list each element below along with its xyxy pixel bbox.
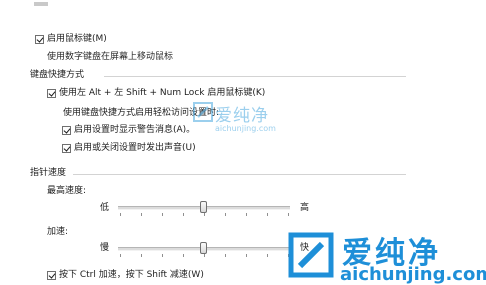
top-speed-tick — [288, 213, 289, 216]
keyboard-shortcut-section-title: 键盘快捷方式 — [30, 70, 85, 80]
acceleration-tick — [267, 254, 268, 257]
top-speed-label: 最高速度: — [47, 186, 87, 196]
watermark-big-logo-icon — [288, 232, 334, 278]
acceleration-slow-label: 慢 — [100, 243, 110, 253]
make-sound-label[interactable]: 启用或关闭设置时发出声音(U) — [74, 143, 196, 154]
enable-mouse-keys-label[interactable]: 启用鼠标键(M) — [47, 34, 107, 45]
top-speed-tick — [267, 213, 268, 216]
top-speed-tick — [225, 213, 226, 216]
watermark-big-url: aichunjing.com — [340, 264, 486, 285]
top-speed-high-label: 高 — [300, 203, 310, 213]
acceleration-label: 加速: — [47, 227, 69, 237]
ctrl-shift-speed-checkbox[interactable] — [47, 271, 56, 280]
enable-mouse-keys-checkbox[interactable] — [35, 35, 44, 44]
acceleration-tick — [225, 254, 226, 257]
keyboard-shortcut-divider — [104, 76, 406, 77]
ctrl-shift-speed-label[interactable]: 按下 Ctrl 加速，按下 Shift 减速(W) — [59, 270, 204, 281]
watermark-logo-icon — [193, 102, 213, 122]
show-warning-label[interactable]: 启用设置时显示警告消息(A)。 — [74, 125, 195, 136]
cropped-top-text — [34, 2, 48, 6]
acceleration-tick — [162, 254, 163, 257]
top-speed-tick — [162, 213, 163, 216]
pointer-speed-section-title: 指针速度 — [30, 168, 67, 178]
alt-shift-numlock-checkbox[interactable] — [47, 89, 56, 98]
top-speed-tick — [120, 213, 121, 216]
top-speed-slider-thumb[interactable] — [200, 201, 207, 213]
show-warning-checkbox[interactable] — [62, 126, 71, 135]
pointer-speed-divider — [73, 174, 406, 175]
top-speed-tick — [246, 213, 247, 216]
alt-shift-numlock-label[interactable]: 使用左 Alt + 左 Shift + Num Lock 启用鼠标键(K) — [59, 88, 265, 99]
top-speed-tick — [141, 213, 142, 216]
watermark-small-title: 爱纯净 — [215, 106, 269, 126]
acceleration-tick — [120, 254, 121, 257]
acceleration-tick — [183, 254, 184, 257]
acceleration-slider-thumb[interactable] — [200, 242, 207, 254]
acceleration-tick — [204, 254, 205, 257]
watermark-big: 爱纯净 aichunjing.com — [288, 232, 486, 285]
top-speed-tick — [183, 213, 184, 216]
watermark-small-url: aichunjing.com — [215, 124, 276, 133]
top-speed-tick — [204, 213, 205, 216]
make-sound-checkbox[interactable] — [62, 144, 71, 153]
mouse-keys-description: 使用数字键盘在屏幕上移动鼠标 — [47, 52, 174, 62]
watermark-small: 爱纯净 aichunjing.com — [193, 102, 276, 133]
acceleration-tick — [141, 254, 142, 257]
top-speed-low-label: 低 — [100, 203, 110, 213]
acceleration-tick — [246, 254, 247, 257]
